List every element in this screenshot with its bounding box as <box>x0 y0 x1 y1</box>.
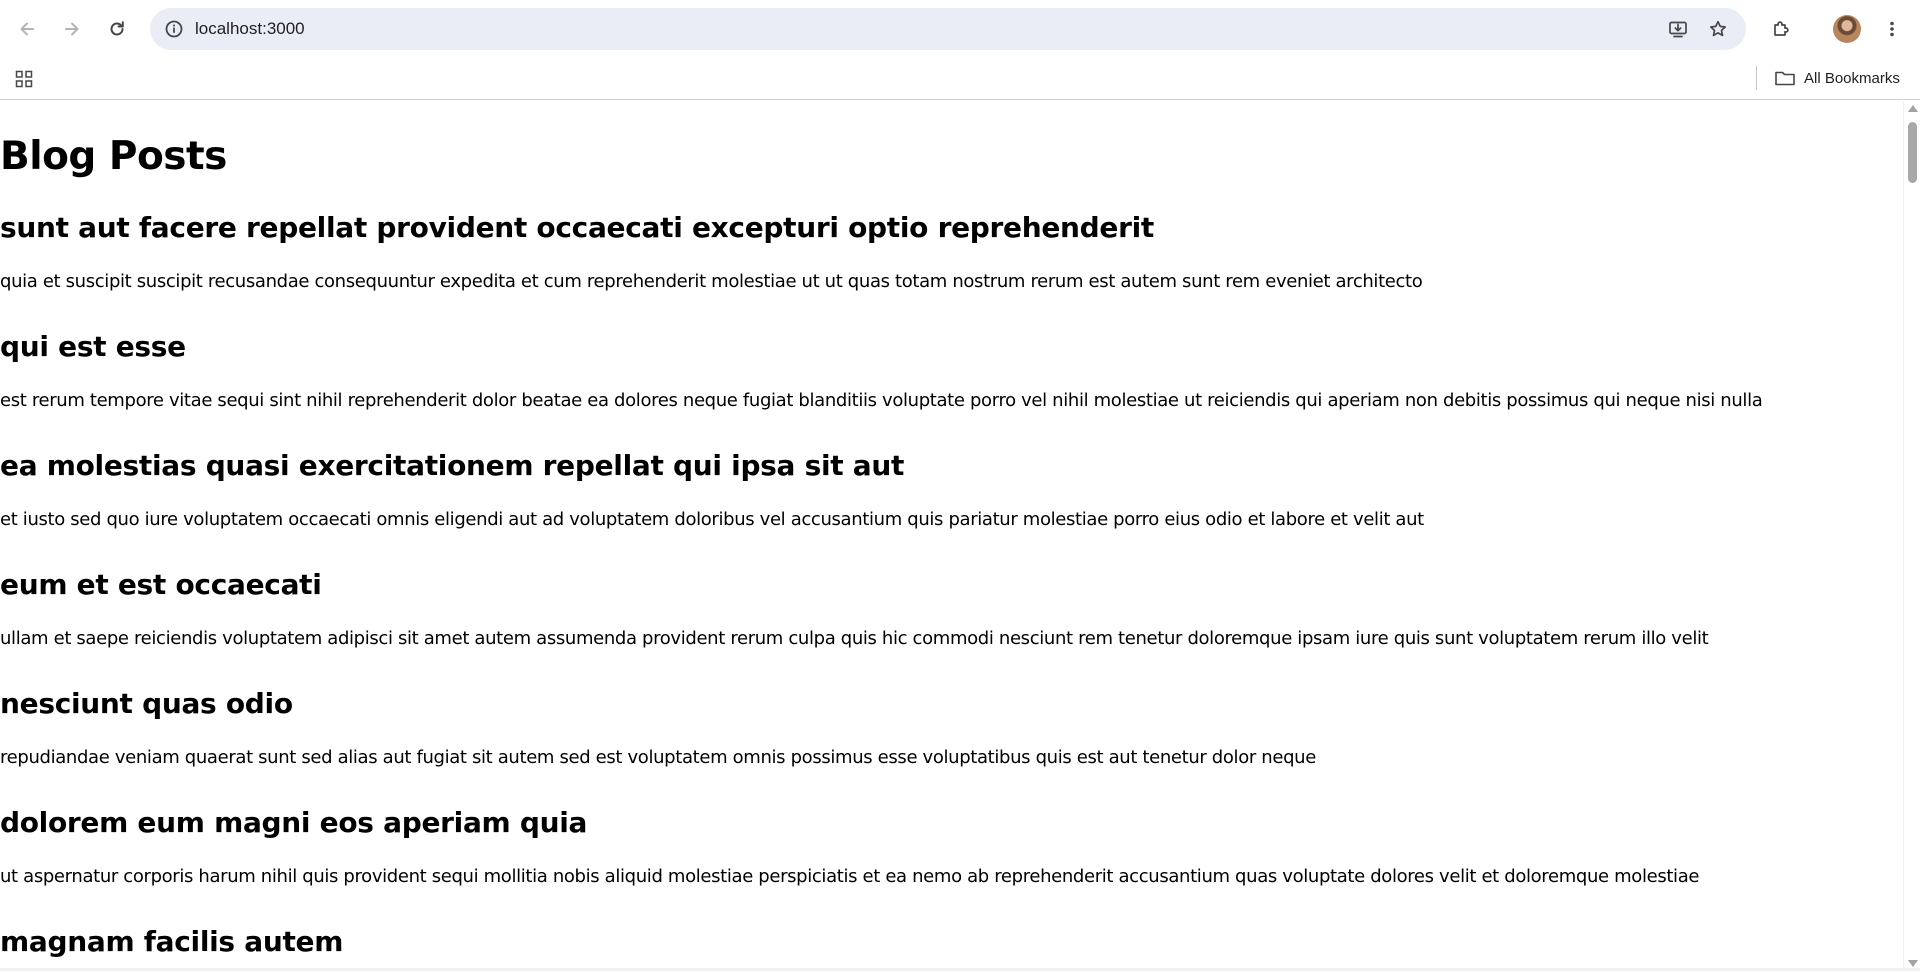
post-title: ea molestias quasi exercitationem repell… <box>0 449 905 482</box>
post-item: ea molestias quasi exercitationem repell… <box>0 449 1903 532</box>
apps-grid-icon <box>15 70 33 88</box>
address-bar[interactable]: localhost:3000 <box>150 8 1746 50</box>
post-item: magnam facilis autem <box>0 925 1903 971</box>
scroll-up-arrow-icon[interactable] <box>1908 105 1918 112</box>
post-body: quia et suscipit suscipit recusandae con… <box>0 271 1423 292</box>
post-item: dolorem eum magni eos aperiam quia ut as… <box>0 806 1903 889</box>
url-text[interactable]: localhost:3000 <box>195 19 305 39</box>
post-title: qui est esse <box>0 330 186 363</box>
extensions-button[interactable] <box>1764 12 1798 46</box>
post-item: eum et est occaecati ullam et saepe reic… <box>0 568 1903 651</box>
post-body: est rerum tempore vitae sequi sint nihil… <box>0 390 1763 411</box>
post-title: eum et est occaecati <box>0 568 322 601</box>
post-body: ut aspernatur corporis harum nihil quis … <box>0 866 1700 887</box>
all-bookmarks-label: All Bookmarks <box>1804 69 1900 87</box>
post-item: nesciunt quas odio repudiandae veniam qu… <box>0 687 1903 770</box>
bookmarks-bar: All Bookmarks <box>0 58 1920 100</box>
apps-grid-button[interactable] <box>12 67 36 91</box>
avatar[interactable] <box>1833 15 1861 43</box>
bookmark-star-icon <box>1709 20 1727 37</box>
browser-toolbar: localhost:3000 <box>0 0 1920 58</box>
post-title: magnam facilis autem <box>0 925 344 958</box>
post-item: qui est esse est rerum tempore vitae seq… <box>0 330 1903 413</box>
post-item: sunt aut facere repellat provident occae… <box>0 211 1903 294</box>
reload-button[interactable] <box>100 12 134 46</box>
post-body: ullam et saepe reiciendis voluptatem adi… <box>0 628 1709 649</box>
extensions-icon <box>1774 21 1789 36</box>
install-app-button[interactable] <box>1665 16 1691 42</box>
post-body: et iusto sed quo iure voluptatem occaeca… <box>0 509 1424 530</box>
bookmarks-divider <box>1756 66 1757 90</box>
more-menu-button[interactable] <box>1875 12 1909 46</box>
site-info-icon[interactable] <box>164 19 184 39</box>
post-title: nesciunt quas odio <box>0 687 293 720</box>
reload-icon <box>110 21 124 36</box>
forward-button[interactable] <box>55 12 89 46</box>
post-title: sunt aut facere repellat provident occae… <box>0 211 1154 244</box>
post-body: repudiandae veniam quaerat sunt sed alia… <box>0 747 1316 768</box>
forward-icon <box>65 22 79 36</box>
scroll-thumb[interactable] <box>1908 122 1917 183</box>
post-title: dolorem eum magni eos aperiam quia <box>0 806 588 839</box>
more-menu-icon <box>1890 21 1894 37</box>
folder-icon <box>1775 71 1795 86</box>
all-bookmarks-button[interactable]: All Bookmarks <box>1774 64 1900 92</box>
back-button[interactable] <box>10 12 44 46</box>
bookmark-star-button[interactable] <box>1705 16 1731 42</box>
page-viewport: Blog Posts sunt aut facere repellat prov… <box>0 101 1903 971</box>
back-icon <box>20 22 34 36</box>
scroll-down-arrow-icon[interactable] <box>1908 960 1918 967</box>
install-app-icon <box>1669 21 1687 38</box>
page-title: Blog Posts <box>0 134 227 179</box>
page-scrollbar[interactable] <box>1903 101 1920 971</box>
